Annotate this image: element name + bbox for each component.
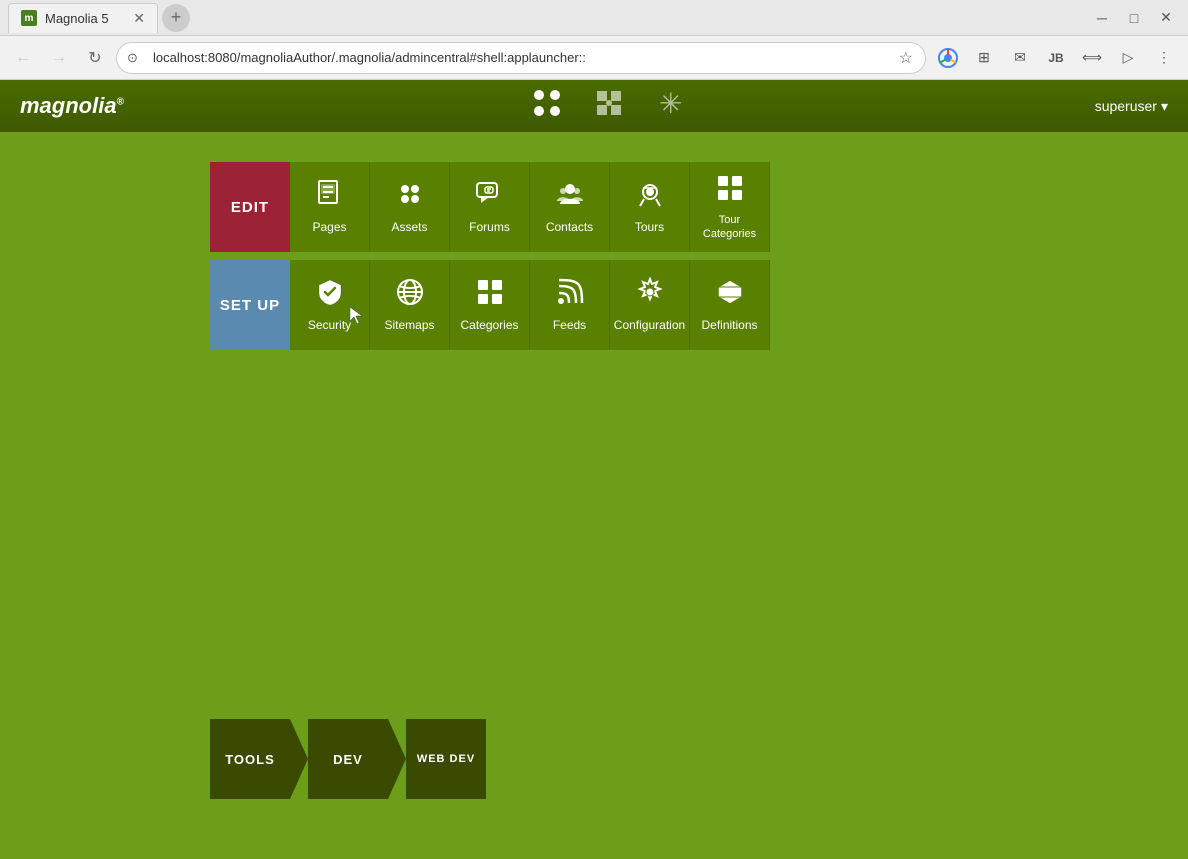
bottom-sections: TOOLS DEV WEB DEV: [210, 719, 486, 799]
tours-icon: [635, 179, 665, 214]
back-button[interactable]: ←: [8, 43, 38, 73]
browser-tab[interactable]: m Magnolia 5 ✕: [8, 3, 158, 33]
configuration-label: Configuration: [614, 318, 685, 332]
edit-section-label[interactable]: EDIT: [210, 162, 290, 252]
minimize-button[interactable]: ─: [1088, 4, 1116, 32]
mail-icon[interactable]: ✉: [1004, 42, 1036, 74]
forums-icon: [475, 179, 505, 214]
applauncher-icon[interactable]: [531, 87, 563, 126]
bookmark-icon[interactable]: ☆: [899, 48, 913, 68]
app-main: EDIT: [0, 132, 1188, 859]
user-menu[interactable]: superuser ▾: [1095, 98, 1168, 115]
new-tab-button[interactable]: +: [162, 4, 190, 32]
sitemaps-label: Sitemaps: [384, 318, 434, 332]
forums-tile[interactable]: Forums: [450, 162, 530, 252]
tools-section-label[interactable]: TOOLS: [210, 719, 290, 799]
configuration-icon: [635, 277, 665, 312]
pages-label: Pages: [312, 220, 346, 234]
tours-tile[interactable]: Tours: [610, 162, 690, 252]
assets-icon: [395, 179, 425, 214]
tour-categories-icon: [715, 173, 745, 208]
security-icon: [315, 277, 345, 312]
nav-right-icons: ⊞ ✉ JB ⟺ ▷ ⋮: [932, 42, 1180, 74]
app-content: magnolia®: [0, 80, 1188, 859]
tour-categories-tile[interactable]: TourCategories: [690, 162, 770, 252]
extensions-icon[interactable]: ⊞: [968, 42, 1000, 74]
pulse-icon[interactable]: [593, 87, 625, 126]
tab-title: Magnolia 5: [45, 11, 109, 26]
forward-button[interactable]: →: [44, 43, 74, 73]
asterisk-icon[interactable]: ✳: [655, 87, 687, 126]
setup-section-row: SET UP Security: [210, 260, 770, 350]
dev-section-label[interactable]: DEV: [308, 719, 388, 799]
maximize-button[interactable]: □: [1120, 4, 1148, 32]
tours-label: Tours: [635, 220, 664, 234]
contacts-icon: [555, 179, 585, 214]
browser-window: m Magnolia 5 ✕ + ─ □ ✕ ← → ↻ ⊙ localhost…: [0, 0, 1188, 859]
assets-tile[interactable]: Assets: [370, 162, 450, 252]
feeds-icon: [555, 277, 585, 312]
definitions-icon: [715, 277, 745, 312]
logo-text: magnolia®: [20, 93, 124, 118]
sitemaps-tile[interactable]: Sitemaps: [370, 260, 450, 350]
address-text: localhost:8080/magnoliaAuthor/.magnolia/…: [153, 50, 586, 65]
sitemaps-icon: [395, 277, 425, 312]
definitions-label: Definitions: [701, 318, 757, 332]
categories-icon: [475, 277, 505, 312]
close-button[interactable]: ✕: [1152, 4, 1180, 32]
tab-close-btn[interactable]: ✕: [133, 10, 145, 27]
tab-favicon: m: [21, 10, 37, 26]
jb-icon[interactable]: JB: [1040, 42, 1072, 74]
nav-bar: ← → ↻ ⊙ localhost:8080/magnoliaAuthor/.m…: [0, 36, 1188, 80]
feeds-label: Feeds: [553, 318, 586, 332]
setup-section-label[interactable]: SET UP: [210, 260, 290, 350]
chrome-icon[interactable]: [932, 42, 964, 74]
pages-icon: [315, 179, 345, 214]
cast-icon[interactable]: ▷: [1112, 42, 1144, 74]
webdev-section-label[interactable]: WEB DEV: [406, 719, 486, 799]
assets-label: Assets: [391, 220, 427, 234]
pages-tile[interactable]: Pages: [290, 162, 370, 252]
definitions-tile[interactable]: Definitions: [690, 260, 770, 350]
more-icon[interactable]: ⋮: [1148, 42, 1180, 74]
contacts-tile[interactable]: Contacts: [530, 162, 610, 252]
configuration-tile[interactable]: Configuration: [610, 260, 690, 350]
feeds-tile[interactable]: Feeds: [530, 260, 610, 350]
edit-section-row: EDIT: [210, 162, 770, 252]
app-launcher: EDIT: [0, 132, 1188, 350]
lock-icon: ⊙: [127, 50, 138, 66]
security-label: Security: [308, 318, 351, 332]
address-bar[interactable]: ⊙ localhost:8080/magnoliaAuthor/.magnoli…: [116, 42, 926, 74]
topbar-icons: ✳: [531, 87, 687, 126]
dropdown-arrow: ▾: [1161, 98, 1168, 115]
security-tile[interactable]: Security: [290, 260, 370, 350]
categories-label: Categories: [460, 318, 518, 332]
app-topbar: magnolia®: [0, 80, 1188, 132]
forums-label: Forums: [469, 220, 510, 234]
username-label: superuser: [1095, 98, 1157, 114]
categories-tile[interactable]: Categories: [450, 260, 530, 350]
magnolia-logo: magnolia®: [20, 93, 124, 119]
tour-categories-label: TourCategories: [703, 214, 756, 240]
translate-icon[interactable]: ⟺: [1076, 42, 1108, 74]
svg-text:✳: ✳: [659, 88, 682, 119]
contacts-label: Contacts: [546, 220, 593, 234]
reload-button[interactable]: ↻: [80, 43, 110, 73]
window-controls: ─ □ ✕: [1088, 4, 1180, 32]
title-bar: m Magnolia 5 ✕ + ─ □ ✕: [0, 0, 1188, 36]
